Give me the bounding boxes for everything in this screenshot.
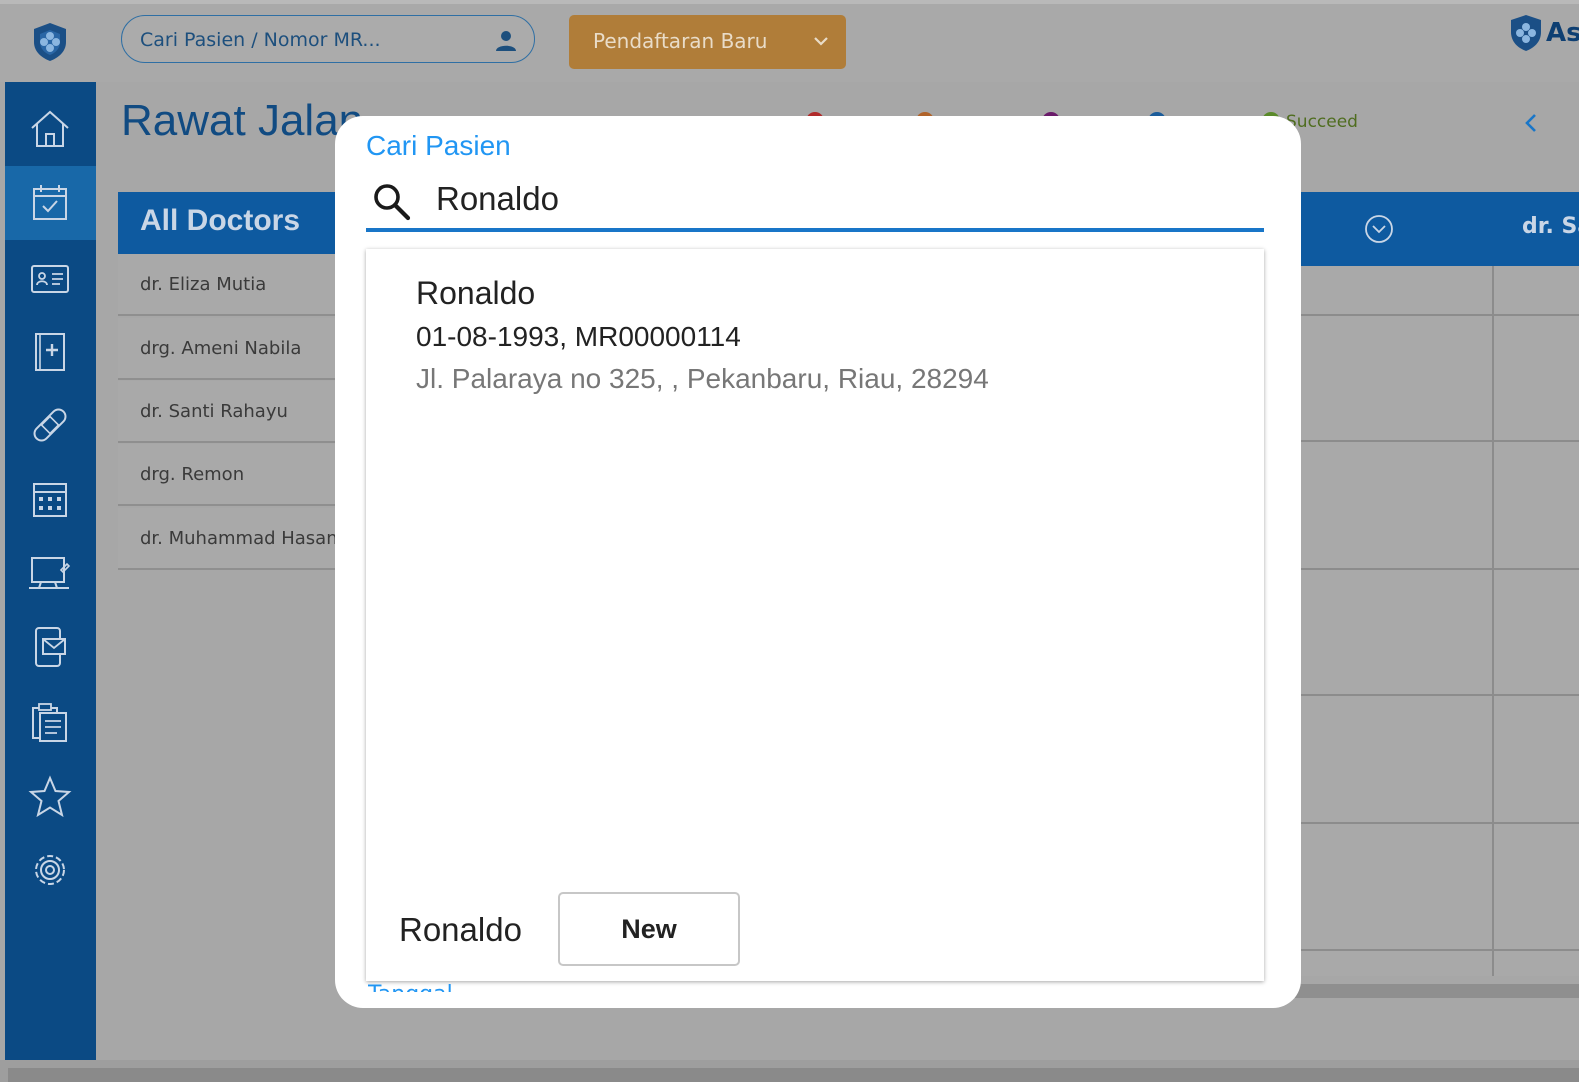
home-icon[interactable] [27,106,73,152]
grid-divider [1300,568,1579,570]
grid-divider [1300,694,1579,696]
patient-search-placeholder: Cari Pasien / Nomor MR... [140,29,381,51]
star-icon[interactable] [27,774,73,820]
doctor-item[interactable]: dr. Eliza Mutia [118,254,348,316]
all-doctors-header[interactable]: All Doctors [118,192,348,254]
result-item[interactable]: Ronaldo 01-08-1993, MR00000114 Jl. Palar… [366,249,1264,409]
search-input[interactable] [436,176,1236,222]
chevron-down-icon[interactable] [812,31,830,49]
chevron-circle-down-icon[interactable] [1364,214,1394,244]
doctor-name: dr. Muhammad Hasan [140,528,338,549]
result-dob-mr: 01-08-1993, MR00000114 [416,321,741,352]
new-patient-name: Ronaldo [399,911,522,948]
doctor-item[interactable]: dr. Muhammad Hasan [118,508,348,570]
search-row [366,172,1264,232]
doctor-name: dr. Santi Rahayu [140,401,288,422]
id-card-icon[interactable] [27,256,73,302]
brand-name: As [1546,18,1579,48]
doctor-name: drg. Ameni Nabila [140,338,302,359]
date-label-peek: Tanggal [368,982,453,992]
results-panel: Ronaldo 01-08-1993, MR00000114 Jl. Palar… [366,249,1264,981]
calendar-check-icon[interactable] [27,180,73,226]
search-patient-dialog: Cari Pasien Ronaldo 01-08-1993, MR000001… [335,116,1301,1008]
doctor-item[interactable]: dr. Santi Rahayu [118,381,348,443]
horizontal-scrollbar[interactable] [1280,984,1579,998]
schedule-grid [1300,266,1579,976]
grid-divider [1300,822,1579,824]
all-doctors-label: All Doctors [140,204,301,237]
dialog-title: Cari Pasien [366,130,511,161]
result-address: Jl. Palaraya no 325, , Pekanbaru, Riau, … [416,363,989,394]
calculator-icon[interactable] [27,476,73,522]
patient-search-field[interactable]: Cari Pasien / Nomor MR... [121,15,535,63]
doctor-name: dr. Eliza Mutia [140,274,267,295]
grid-divider [1300,314,1579,316]
schedule-doctor-column: dr. Sa [1522,214,1579,239]
new-registration-label: Pendaftaran Baru [593,29,768,53]
user-icon [494,28,518,52]
medical-book-icon[interactable] [27,329,73,375]
page-title: Rawat Jalan [121,96,364,145]
grid-divider [1492,266,1494,976]
settings-icon[interactable] [27,847,73,893]
chevron-left-icon[interactable] [1520,110,1542,136]
new-patient-button[interactable]: New [558,892,740,966]
brand-logo-icon [1510,14,1542,52]
doctor-list: All Doctors dr. Eliza Mutia drg. Ameni N… [118,192,348,572]
bandage-icon[interactable] [27,402,73,448]
new-registration-button[interactable]: Pendaftaran Baru [569,15,846,69]
app-logo-icon[interactable] [32,22,68,62]
grid-divider [1300,440,1579,442]
search-icon [370,180,412,222]
doctor-item[interactable]: drg. Remon [118,444,348,506]
scrollbar-thumb[interactable] [8,1068,1579,1082]
mobile-mail-icon[interactable] [27,624,73,670]
schedule-header: dr. Sa [1300,192,1579,266]
computer-icon[interactable] [27,550,73,596]
bottom-scrollbar[interactable] [0,1060,1579,1082]
doctor-name: drg. Remon [140,464,245,485]
sidebar [5,82,96,1060]
clipboard-icon[interactable] [27,699,73,745]
grid-divider [1300,949,1579,951]
result-name: Ronaldo [416,275,536,311]
doctor-item[interactable]: drg. Ameni Nabila [118,318,348,380]
